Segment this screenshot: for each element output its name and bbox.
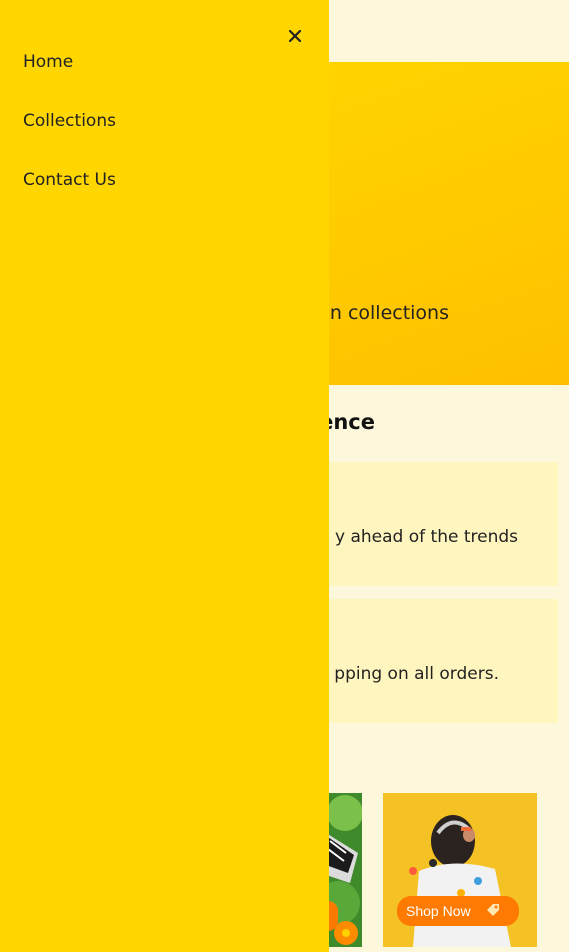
side-drawer: Home Collections Contact Us — [0, 0, 329, 952]
close-icon — [288, 29, 302, 43]
nav-link-collections[interactable]: Collections — [23, 111, 116, 131]
nav-link-contact-us[interactable]: Contact Us — [23, 170, 116, 190]
close-drawer-button[interactable] — [283, 24, 307, 48]
tag-icon — [487, 904, 499, 916]
nav-link-home[interactable]: Home — [23, 52, 73, 72]
shop-now-button[interactable]: Shop Now — [397, 896, 519, 926]
shop-now-label: Shop Now — [406, 903, 471, 919]
